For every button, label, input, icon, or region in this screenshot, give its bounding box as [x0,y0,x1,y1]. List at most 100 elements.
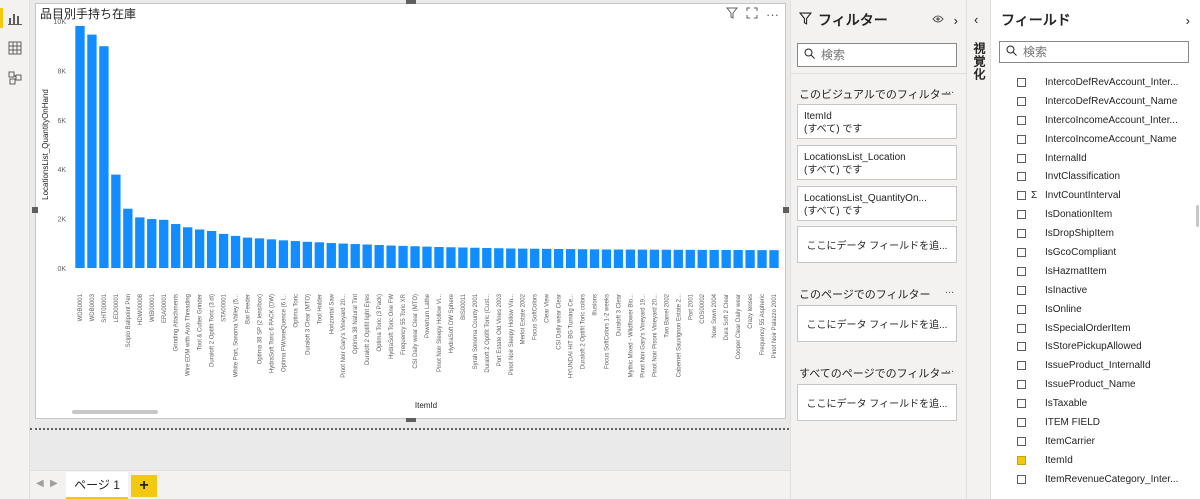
bar[interactable] [99,46,109,268]
field-checkbox[interactable] [1017,436,1026,446]
bar[interactable] [374,245,384,268]
field-checkbox[interactable] [1017,361,1026,371]
bar[interactable] [218,233,229,268]
bar[interactable] [290,241,301,268]
bar[interactable] [206,230,217,268]
bar[interactable] [565,249,576,268]
bar[interactable] [230,235,241,268]
bar[interactable] [494,248,504,268]
chart-scrollbar[interactable] [72,410,158,414]
all-pages-filter-drop-zone[interactable]: ここにデータ フィールドを追... [797,384,957,421]
bar[interactable] [577,249,588,268]
field-item[interactable]: InvtClassification [991,167,1191,186]
collapse-fields-icon[interactable]: › [1186,13,1190,28]
bar[interactable] [757,250,767,268]
bar[interactable] [194,229,205,268]
next-page-icon[interactable]: ▶ [50,478,58,489]
field-item[interactable]: IsOnline [991,300,1191,319]
field-item[interactable]: IsStorePickupAllowed [991,337,1191,356]
bar[interactable] [422,246,432,268]
bar[interactable] [661,249,671,268]
field-checkbox[interactable] [1017,342,1026,352]
filters-search-input[interactable] [821,48,931,62]
field-item[interactable]: IsGcoCompliant [991,243,1191,262]
resize-handle-right[interactable] [783,207,789,213]
field-item[interactable]: IntercoIncomeAccount_Name [991,130,1191,149]
bar[interactable] [386,245,396,268]
bar[interactable] [769,250,779,268]
bar[interactable] [601,249,612,268]
field-checkbox[interactable] [1017,399,1026,409]
visualizations-label[interactable]: 視覚化 [971,42,988,81]
field-checkbox[interactable] [1017,172,1026,182]
bar[interactable] [254,238,265,268]
bar[interactable] [589,249,600,268]
visual-filters-more[interactable]: ... [945,84,954,96]
add-page-button[interactable]: + [131,475,157,497]
bar[interactable] [111,174,121,268]
filters-search-box[interactable] [797,43,957,67]
bar[interactable] [685,249,695,268]
bar[interactable] [302,241,312,268]
bar[interactable] [649,249,660,268]
bar[interactable] [637,249,648,268]
field-item[interactable]: IsTaxable [991,394,1191,413]
bar[interactable] [410,246,420,268]
page-filters-more[interactable]: ... [945,284,954,296]
resize-handle-left[interactable] [32,207,38,213]
bar[interactable] [147,219,157,268]
field-item[interactable]: ItemCarrier [991,432,1191,451]
field-checkbox[interactable] [1017,474,1026,484]
field-item[interactable]: InternalId [991,149,1191,168]
bar[interactable] [171,224,181,268]
field-item[interactable]: IsSpecialOrderItem [991,319,1191,338]
bar[interactable] [183,227,193,269]
field-checkbox[interactable] [1017,77,1026,87]
bar[interactable] [470,247,480,268]
field-checkbox[interactable] [1017,380,1026,390]
bar[interactable] [446,247,456,268]
field-checkbox[interactable] [1017,115,1026,125]
all-pages-filters-more[interactable]: ... [945,363,954,375]
field-item[interactable]: IsDropShipItem [991,224,1191,243]
field-item[interactable]: IssueProduct_InternalId [991,356,1191,375]
field-item[interactable]: ITEM FIELD [991,413,1191,432]
field-item[interactable]: IntercoDefRevAccount_Name [991,92,1191,111]
bar[interactable] [733,250,743,268]
bar[interactable] [159,219,169,268]
filter-card-location[interactable]: LocationsList_Location (すべて) です [797,145,957,180]
bar[interactable] [458,247,468,269]
bar-chart-visual[interactable]: 品目別手持ち在庫 ··· 0K 2K 4K 6K 8K 10K LocationsList_… [32,0,789,422]
field-item[interactable]: IntercoIncomeAccount_Inter... [991,111,1191,130]
bar[interactable] [673,249,683,268]
bar[interactable] [362,244,372,268]
bar[interactable] [326,243,336,268]
resize-handle-top[interactable] [406,0,416,4]
bar[interactable] [75,25,85,268]
fields-search-input[interactable] [1023,45,1133,59]
bar[interactable] [278,240,289,268]
bar[interactable] [266,239,277,268]
page-filter-drop-zone[interactable]: ここにデータ フィールドを追... [797,305,957,342]
bar[interactable] [530,248,540,268]
bar[interactable] [721,249,731,268]
bar[interactable] [242,237,253,268]
filter-card-quantity[interactable]: LocationsList_QuantityOn... (すべて) です [797,186,957,221]
prev-page-icon[interactable]: ◀ [36,478,44,489]
bar[interactable] [625,249,636,268]
bar[interactable] [518,248,528,268]
resize-handle-bottom[interactable] [406,418,416,422]
field-item[interactable]: ItemRevenueCategory_Inter... [991,470,1191,489]
field-checkbox[interactable] [1017,304,1026,314]
field-checkbox[interactable] [1017,191,1026,201]
field-checkbox[interactable] [1017,210,1026,220]
fields-search-box[interactable] [999,41,1189,63]
eye-icon[interactable] [932,13,944,27]
field-checkbox[interactable] [1017,96,1026,106]
data-view-icon[interactable] [5,38,25,58]
expand-visualizations-icon[interactable]: ‹ [974,12,978,27]
field-checkbox[interactable] [1017,247,1026,257]
bar[interactable] [434,247,444,268]
field-checkbox[interactable] [1017,266,1026,276]
bar[interactable] [338,243,348,268]
